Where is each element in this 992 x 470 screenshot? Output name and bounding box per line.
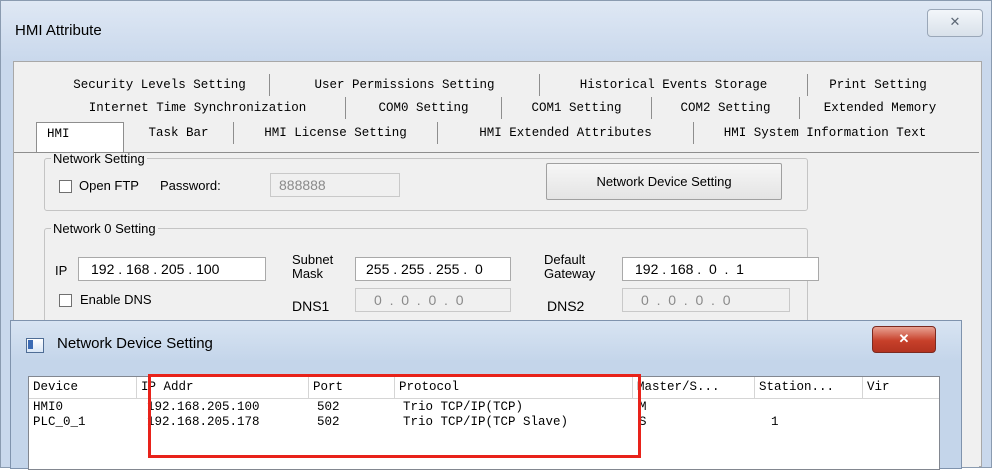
- default-gateway-field[interactable]: 192 . 168 . 0 . 1: [622, 257, 819, 281]
- subnet-label-line2: Mask: [292, 266, 324, 281]
- close-icon: ✕: [949, 14, 961, 29]
- tab-row-1: Security Levels Setting User Permissions…: [50, 74, 948, 96]
- tab-security-levels[interactable]: Security Levels Setting: [50, 74, 270, 96]
- close-icon: ✕: [898, 331, 910, 346]
- tab-user-permissions[interactable]: User Permissions Setting: [270, 74, 540, 96]
- highlight-annotation-box: [148, 374, 641, 458]
- password-field[interactable]: 888888: [270, 173, 400, 197]
- cell-device: HMI0: [33, 400, 64, 414]
- tab-row-3: HMI Task Bar HMI License Setting HMI Ext…: [36, 122, 956, 153]
- tab-historical-events[interactable]: Historical Events Storage: [540, 74, 808, 96]
- default-gateway-label: Default Gateway: [544, 253, 595, 281]
- window-title: HMI Attribute: [15, 22, 102, 39]
- tab-hmi-license[interactable]: HMI License Setting: [234, 122, 438, 144]
- enable-dns-checkbox[interactable]: [59, 294, 72, 307]
- dns1-label: DNS1: [292, 298, 330, 314]
- cell-device: PLC_0_1: [33, 415, 86, 429]
- tab-com1[interactable]: COM1 Setting: [502, 97, 652, 119]
- dialog-close-button[interactable]: ✕: [872, 326, 936, 353]
- tab-hmi[interactable]: HMI: [36, 122, 124, 153]
- open-ftp-checkbox[interactable]: [59, 180, 72, 193]
- open-ftp-label: Open FTP: [79, 178, 139, 193]
- tab-print-setting[interactable]: Print Setting: [808, 74, 948, 96]
- dns2-label: DNS2: [547, 298, 585, 314]
- subnet-mask-label: Subnet Mask: [292, 253, 333, 281]
- dialog-title: Network Device Setting: [57, 335, 213, 352]
- column-header-vir[interactable]: Vir: [863, 377, 939, 399]
- gateway-label-line2: Gateway: [544, 266, 596, 281]
- cell-station: 1: [771, 415, 779, 429]
- tab-com2[interactable]: COM2 Setting: [652, 97, 800, 119]
- password-label: Password:: [160, 178, 221, 193]
- tab-com0[interactable]: COM0 Setting: [346, 97, 502, 119]
- gateway-label-line1: Default: [544, 252, 586, 267]
- column-header-master-slave[interactable]: Master/S...: [633, 377, 755, 399]
- enable-dns-label: Enable DNS: [80, 292, 152, 307]
- column-header-station[interactable]: Station...: [755, 377, 863, 399]
- tab-task-bar[interactable]: Task Bar: [124, 122, 234, 144]
- tab-row-2: Internet Time Synchronization COM0 Setti…: [50, 97, 960, 119]
- column-header-device[interactable]: Device: [29, 377, 137, 399]
- tab-hmi-system-information[interactable]: HMI System Information Text: [694, 122, 956, 144]
- dns1-field[interactable]: 0 . 0 . 0 . 0: [355, 288, 511, 312]
- network0-setting-legend: Network 0 Setting: [53, 221, 156, 236]
- ip-address-field[interactable]: 192 . 168 . 205 . 100: [78, 257, 266, 281]
- network-device-setting-button[interactable]: Network Device Setting: [546, 163, 782, 200]
- tab-extended-memory[interactable]: Extended Memory: [800, 97, 960, 119]
- tab-hmi-extended-attributes[interactable]: HMI Extended Attributes: [438, 122, 694, 144]
- ip-label: IP: [55, 263, 68, 278]
- tab-internet-time[interactable]: Internet Time Synchronization: [50, 97, 346, 119]
- subnet-label-line1: Subnet: [292, 252, 334, 267]
- close-button[interactable]: ✕: [927, 9, 983, 37]
- network-setting-legend: Network Setting: [53, 151, 145, 166]
- window-icon: [26, 338, 44, 353]
- subnet-mask-field[interactable]: 255 . 255 . 255 . 0: [355, 257, 511, 281]
- dns2-field[interactable]: 0 . 0 . 0 . 0: [622, 288, 790, 312]
